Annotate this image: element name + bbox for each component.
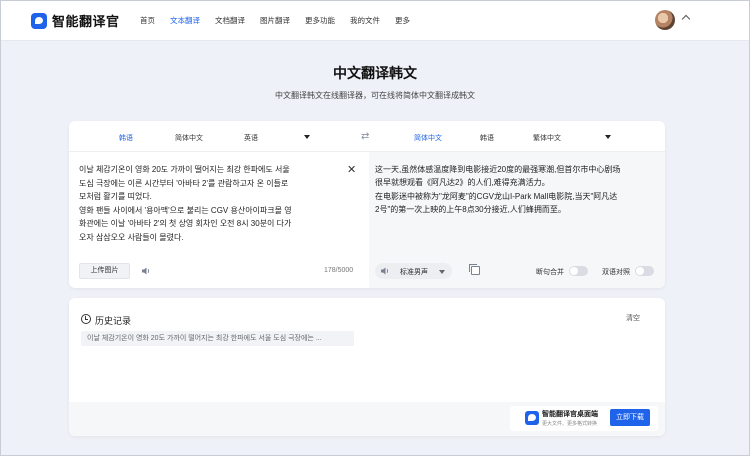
copy-icon[interactable] bbox=[469, 264, 480, 275]
download-subtitle: 更大文件、更多格式转换 bbox=[542, 421, 598, 427]
nav-menu: 首页 文本翻译 文档翻译 图片翻译 更多功能 我的文件 更多 bbox=[140, 15, 425, 26]
download-title: 智能翻译官桌面端 bbox=[542, 411, 598, 418]
nav-item-more[interactable]: 更多 bbox=[395, 15, 410, 26]
nav-item-more-features[interactable]: 更多功能 bbox=[305, 15, 335, 26]
clear-text-icon[interactable]: ✕ bbox=[347, 163, 356, 176]
nav-item-home[interactable]: 首页 bbox=[140, 15, 155, 26]
nav-item-doc-translate[interactable]: 文档翻译 bbox=[215, 15, 245, 26]
top-nav-bar: 智能翻译官 首页 文本翻译 文档翻译 图片翻译 更多功能 我的文件 更多 bbox=[0, 0, 750, 41]
nav-item-image-translate[interactable]: 图片翻译 bbox=[260, 15, 290, 26]
target-lang-traditional[interactable]: 繁体中文 bbox=[533, 133, 561, 143]
bilingual-toggle[interactable] bbox=[635, 266, 654, 276]
target-lang-chinese[interactable]: 简体中文 bbox=[414, 133, 442, 143]
translation-output: 这一天,虽然体感温度降到电影接近20度的最强寒潮,但首尔市中心剧场 很早就想观看… bbox=[375, 165, 621, 215]
avatar[interactable] bbox=[655, 10, 675, 30]
swap-languages-icon[interactable]: ⇄ bbox=[361, 132, 373, 142]
download-button[interactable]: 立即下载 bbox=[610, 409, 650, 426]
source-lang-korean[interactable]: 韩语 bbox=[119, 133, 133, 143]
source-lang-english[interactable]: 英语 bbox=[244, 133, 258, 143]
target-lang-dropdown-icon[interactable] bbox=[605, 135, 611, 139]
char-count: 178/5000 bbox=[324, 267, 354, 274]
speaker-icon[interactable] bbox=[380, 266, 390, 276]
logo-text: 智能翻译官 bbox=[52, 14, 120, 29]
source-lang-dropdown-icon[interactable] bbox=[304, 135, 310, 139]
nav-item-text-translate[interactable]: 文本翻译 bbox=[170, 15, 200, 26]
logo-icon bbox=[31, 12, 47, 29]
page-subtitle: 中文翻译韩文在线翻译器，可在线将简体中文翻译成韩文 bbox=[275, 91, 475, 100]
source-lang-chinese[interactable]: 简体中文 bbox=[175, 133, 203, 143]
history-item[interactable]: 이날 체감기온이 영화 20도 가까이 떨어지는 최강 한파에도 서울 도심 극… bbox=[81, 331, 354, 346]
speaker-icon[interactable] bbox=[141, 266, 151, 276]
voice-select-label: 标准男声 bbox=[400, 269, 428, 276]
logo[interactable]: 智能翻译官 bbox=[31, 11, 120, 30]
sentence-merge-toggle[interactable] bbox=[569, 266, 588, 276]
nav-item-my-files[interactable]: 我的文件 bbox=[350, 15, 380, 26]
sentence-merge-label: 断句合并 bbox=[536, 269, 564, 276]
source-text-input[interactable]: 이날 체감기온이 영화 20도 가까이 떨어지는 최강 한파에도 서울 도심 극… bbox=[79, 163, 341, 245]
history-title: 历史记录 bbox=[95, 316, 132, 326]
translator-card: 韩语 简体中文 英语 ⇄ 简体中文 韩语 繁体中文 이날 체감기온이 영화 20… bbox=[69, 121, 665, 288]
language-bar: 韩语 简体中文 英语 ⇄ 简体中文 韩语 繁体中文 bbox=[69, 121, 665, 152]
clear-history-button[interactable]: 清空 bbox=[626, 313, 640, 323]
bilingual-label: 双语对照 bbox=[602, 269, 630, 276]
history-card: 历史记录 清空 이날 체감기온이 영화 20도 가까이 떨어지는 최강 한파에도… bbox=[69, 298, 665, 436]
page-title: 中文翻译韩文 bbox=[333, 65, 417, 81]
app-logo-icon bbox=[525, 411, 539, 425]
chevron-down-icon bbox=[439, 270, 445, 274]
upload-image-button[interactable]: 上传图片 bbox=[79, 263, 130, 279]
chevron-up-icon[interactable] bbox=[681, 14, 691, 24]
history-icon bbox=[81, 314, 91, 324]
target-lang-korean[interactable]: 韩语 bbox=[480, 133, 494, 143]
